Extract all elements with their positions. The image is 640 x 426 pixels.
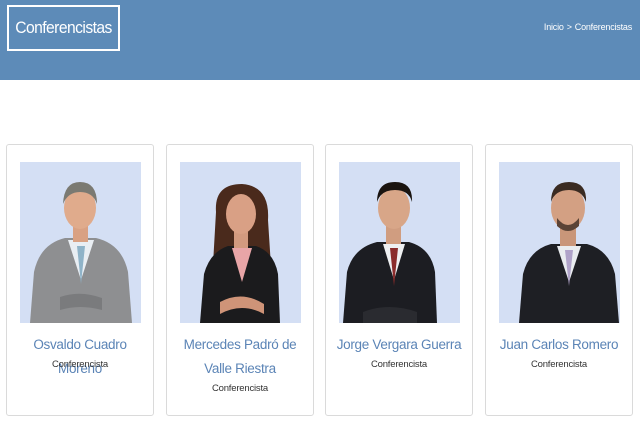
breadcrumb-current: Conferencistas	[574, 22, 632, 32]
page-title-box: Conferencistas	[7, 5, 120, 51]
speaker-card: Jorge Vergara Guerra Conferencista	[325, 144, 473, 416]
breadcrumb-separator: >	[566, 22, 572, 32]
speaker-role: Conferencista	[530, 359, 587, 370]
page-header: Conferencistas Inicio > Conferencistas	[0, 0, 640, 80]
speaker-card: Osvaldo Cuadro Moreno Conferencista	[6, 144, 154, 416]
speaker-photo[interactable]	[339, 162, 460, 323]
speaker-card: Juan Carlos Romero Conferencista	[485, 144, 633, 416]
speaker-name[interactable]: Juan Carlos Romero	[490, 333, 628, 357]
speaker-photo[interactable]	[499, 162, 620, 323]
speaker-role: Conferencista	[370, 359, 427, 370]
speaker-role: Conferencista	[51, 359, 108, 370]
speaker-name[interactable]: Mercedes Padró de Valle Riestra	[171, 333, 309, 381]
speaker-photo[interactable]	[180, 162, 301, 323]
page-title: Conferencistas	[15, 18, 112, 37]
speaker-role: Conferencista	[211, 383, 268, 394]
speaker-name[interactable]: Jorge Vergara Guerra	[330, 333, 468, 357]
speaker-card: Mercedes Padró de Valle Riestra Conferen…	[166, 144, 314, 416]
speaker-name[interactable]: Osvaldo Cuadro Moreno	[11, 333, 149, 381]
speaker-photo[interactable]	[20, 162, 141, 323]
breadcrumb: Inicio > Conferencistas	[544, 22, 632, 32]
breadcrumb-home-link[interactable]: Inicio	[544, 22, 564, 32]
